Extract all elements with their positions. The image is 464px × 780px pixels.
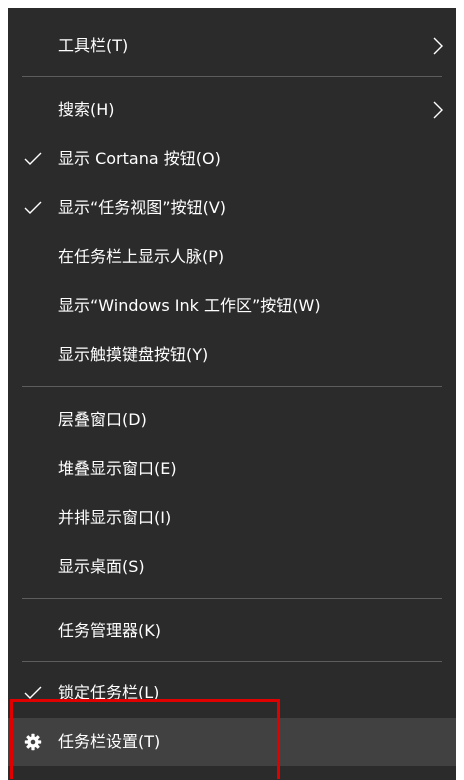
chevron-right-icon <box>428 22 448 70</box>
gear-icon <box>20 718 46 766</box>
menu-separator <box>22 386 442 387</box>
menu-item-task-manager[interactable]: 任务管理器(K) <box>8 607 456 655</box>
menu-item-label: 显示桌面(S) <box>58 557 145 576</box>
menu-separator <box>22 76 442 77</box>
menu-item-taskbar-settings[interactable]: 任务栏设置(T) <box>8 718 456 766</box>
menu-separator <box>22 661 442 662</box>
menu-item-show-task-view-button[interactable]: 显示“任务视图”按钮(V) <box>8 184 456 232</box>
menu-item-cascade-windows[interactable]: 层叠窗口(D) <box>8 396 456 444</box>
menu-item-label: 层叠窗口(D) <box>58 410 147 429</box>
menu-item-label: 并排显示窗口(I) <box>58 508 172 527</box>
menu-item-show-people[interactable]: 在任务栏上显示人脉(P) <box>8 233 456 281</box>
menu-item-label: 显示 Cortana 按钮(O) <box>58 149 221 168</box>
checkmark-icon <box>20 135 46 183</box>
menu-item-show-desktop[interactable]: 显示桌面(S) <box>8 543 456 591</box>
menu-item-label: 堆叠显示窗口(E) <box>58 459 177 478</box>
menu-item-label: 搜索(H) <box>58 100 115 119</box>
menu-item-label: 显示触摸键盘按钮(Y) <box>58 345 209 364</box>
menu-item-side-by-side-windows[interactable]: 并排显示窗口(I) <box>8 494 456 542</box>
menu-item-show-windows-ink-button[interactable]: 显示“Windows Ink 工作区”按钮(W) <box>8 282 456 330</box>
checkmark-icon <box>20 184 46 232</box>
menu-item-search[interactable]: 搜索(H) <box>8 86 456 134</box>
taskbar-context-menu: 工具栏(T) 搜索(H) 显示 Cortana 按钮(O) 显示“任务视图”按钮… <box>8 8 456 780</box>
menu-item-label: 在任务栏上显示人脉(P) <box>58 247 225 266</box>
menu-item-label: 任务管理器(K) <box>58 621 161 640</box>
menu-separator <box>22 598 442 599</box>
menu-item-label: 工具栏(T) <box>58 36 129 55</box>
menu-item-stack-windows[interactable]: 堆叠显示窗口(E) <box>8 445 456 493</box>
menu-item-show-touch-keyboard-button[interactable]: 显示触摸键盘按钮(Y) <box>8 331 456 379</box>
menu-item-label: 任务栏设置(T) <box>58 732 161 751</box>
chevron-right-icon <box>428 86 448 134</box>
menu-item-label: 显示“任务视图”按钮(V) <box>58 198 227 217</box>
checkmark-icon <box>20 669 46 717</box>
menu-item-label: 显示“Windows Ink 工作区”按钮(W) <box>58 296 321 315</box>
menu-item-toolbars[interactable]: 工具栏(T) <box>8 22 456 70</box>
menu-item-show-cortana-button[interactable]: 显示 Cortana 按钮(O) <box>8 135 456 183</box>
menu-item-lock-taskbar[interactable]: 锁定任务栏(L) <box>8 669 456 717</box>
menu-item-label: 锁定任务栏(L) <box>58 683 160 702</box>
